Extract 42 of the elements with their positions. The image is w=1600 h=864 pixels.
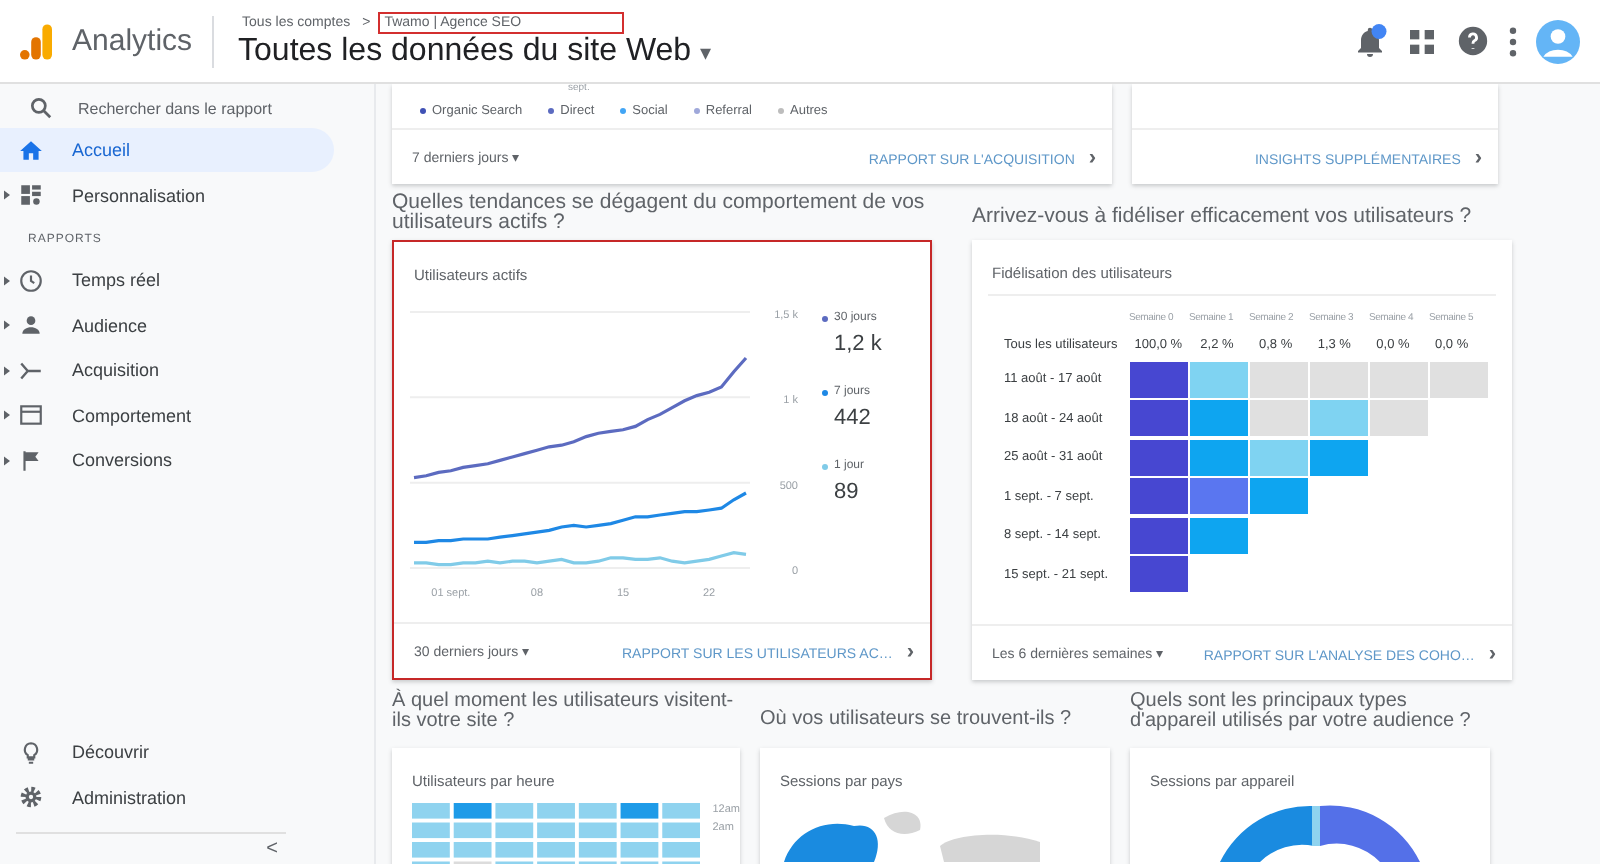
section-heading: Quels sont les principaux types d'appareil utilisés par votre audience ? [1130, 692, 1473, 736]
expand-caret-icon [4, 365, 10, 375]
nav-item[interactable]: Administration [0, 775, 334, 819]
nav-item[interactable]: Accueil [0, 128, 334, 172]
browser-window-icon [18, 402, 44, 428]
expand-caret-icon [4, 410, 10, 420]
branch-icon [18, 357, 44, 383]
lightbulb-icon [18, 739, 44, 765]
nav-item[interactable]: Acquisition [0, 348, 334, 392]
notification-bell-icon[interactable] [1352, 23, 1388, 59]
view-selector[interactable]: Toutes les données du site Web ▾ [238, 34, 712, 70]
bar-chart-logo-icon [20, 23, 52, 59]
app-name: Analytics [72, 24, 193, 58]
nav-item[interactable]: Découvrir [0, 730, 334, 774]
expand-caret-icon [4, 320, 10, 330]
nav-item[interactable]: Audience [0, 303, 334, 347]
metric-value: 89 [832, 478, 861, 504]
person-icon [18, 312, 44, 338]
section-heading: Arrivez-vous à fidéliser efficacement vos utilisateurs ? [972, 202, 1474, 232]
nav-item[interactable]: Temps réel [0, 258, 334, 302]
more-vertical-icon[interactable] [1508, 25, 1518, 57]
clock-icon [18, 267, 44, 293]
expand-caret-icon [4, 275, 10, 285]
search-field[interactable]: Rechercher dans le rapport [74, 97, 342, 119]
apps-grid-icon[interactable] [1406, 25, 1438, 57]
help-icon[interactable] [1456, 24, 1490, 58]
expand-caret-icon [4, 190, 10, 200]
nav-item[interactable]: Personnalisation [0, 173, 334, 217]
dashboard-icon [18, 182, 44, 208]
expand-caret-icon [4, 455, 10, 465]
settings-icon [18, 784, 44, 810]
home-icon [18, 137, 44, 163]
nav-item[interactable]: Conversions [0, 438, 334, 482]
section-heading: À quel moment les utilisateurs visitent-ils votre site ? [392, 692, 736, 736]
metric-value: 442 [832, 404, 873, 430]
section-heading: Où vos utilisateurs se trouvent-ils ? [760, 706, 1074, 734]
flag-icon [18, 447, 44, 473]
search-icon [28, 94, 54, 122]
metric-value: 1,2 k [832, 330, 882, 356]
nav-item[interactable]: Comportement [0, 393, 334, 437]
collapse-sidebar-button[interactable]: < [258, 838, 286, 860]
section-heading: Quelles tendances se dégagent du comportement de vos utilisateurs actifs ? [392, 192, 927, 238]
